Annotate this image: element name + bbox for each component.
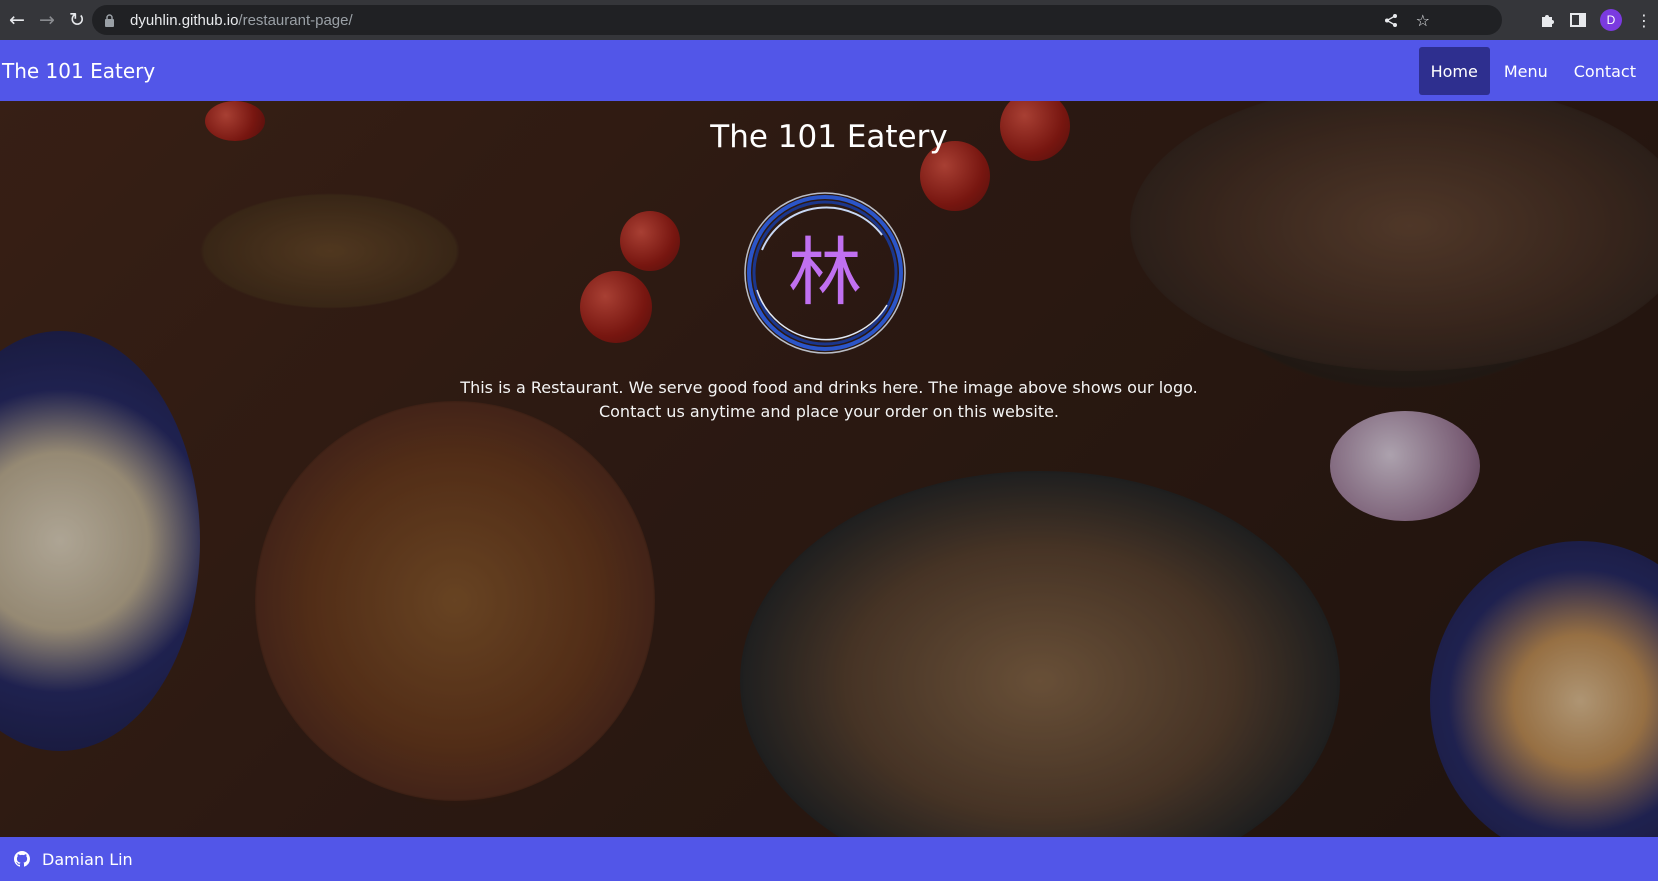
extensions-icon[interactable] (1540, 12, 1556, 28)
github-icon[interactable] (14, 851, 30, 867)
nav-contact[interactable]: Contact (1562, 47, 1648, 95)
hero-description-line: This is a Restaurant. We serve good food… (460, 378, 1198, 397)
hero-title: The 101 Eatery (710, 119, 948, 155)
profile-avatar[interactable]: D (1600, 9, 1622, 31)
side-panel-icon[interactable] (1570, 13, 1586, 27)
reload-icon[interactable]: ↻ (64, 7, 90, 33)
restaurant-logo: 林 (732, 180, 918, 366)
nav-menu[interactable]: Menu (1492, 47, 1560, 95)
url-host: dyuhlin.github.io (130, 11, 239, 29)
lock-icon[interactable] (104, 13, 124, 27)
nav-home[interactable]: Home (1418, 47, 1490, 95)
back-arrow-icon[interactable]: ← (4, 7, 30, 33)
address-bar[interactable]: dyuhlin.github.io/restaurant-page/ ☆ (92, 5, 1502, 35)
brand-title[interactable]: The 101 Eatery (2, 59, 155, 83)
url-path: /restaurant-page/ (238, 11, 353, 29)
logo-glyph: 林 (788, 230, 862, 316)
hero-description: This is a Restaurant. We serve good food… (0, 376, 1658, 424)
url-text[interactable]: dyuhlin.github.io/restaurant-page/ (130, 12, 353, 29)
main-nav: Home Menu Contact (1418, 47, 1648, 95)
menu-kebab-icon[interactable]: ⋮ (1636, 11, 1652, 30)
forward-arrow-icon[interactable]: → (34, 7, 60, 33)
footer-author-link[interactable]: Damian Lin (42, 850, 133, 869)
share-icon[interactable] (1384, 13, 1398, 28)
hero-section: The 101 Eatery 林 This is a Restaurant. W… (0, 101, 1658, 837)
site-footer: Damian Lin (0, 837, 1658, 881)
browser-toolbar: ← → ↻ dyuhlin.github.io/restaurant-page/… (0, 0, 1658, 40)
site-header: The 101 Eatery Home Menu Contact (0, 40, 1658, 101)
hero-description-line: Contact us anytime and place your order … (598, 402, 1060, 421)
star-icon[interactable]: ☆ (1416, 11, 1430, 30)
